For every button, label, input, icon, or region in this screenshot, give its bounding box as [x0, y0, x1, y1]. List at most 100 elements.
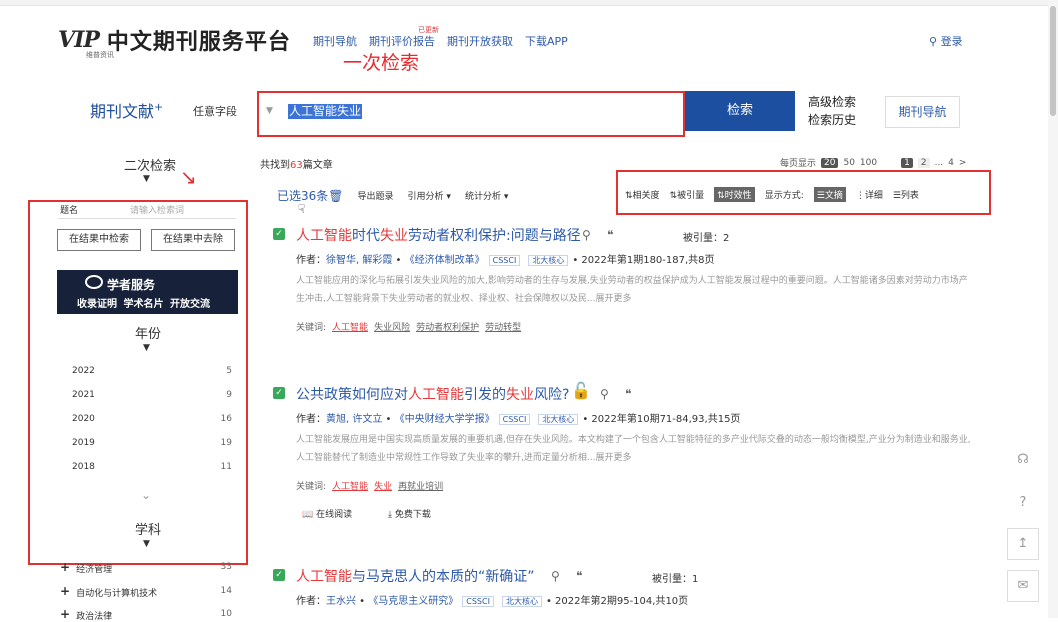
- second-search-title: 二次检索: [124, 159, 177, 174]
- year-item[interactable]: 2021 9: [72, 390, 232, 400]
- plus-icon: +: [60, 607, 71, 621]
- sort-toolbar: ⇅相关度 ⇅被引量 ⇅时效性 显示方式: ☰文摘 ⋮详细 ☰列表: [625, 187, 919, 202]
- feedback-icon[interactable]: ✉: [1007, 570, 1039, 602]
- found-prefix: 共找到: [260, 160, 290, 171]
- quote-icon[interactable]: ❝: [607, 228, 613, 242]
- keyword-link[interactable]: 劳动转型: [485, 323, 521, 333]
- help-icon[interactable]: ?: [1007, 488, 1039, 520]
- tab-plus-icon: +: [154, 100, 164, 114]
- keyword-link[interactable]: 劳动者权利保护: [416, 323, 479, 333]
- free-download-button[interactable]: ⤓ 免费下载: [388, 507, 431, 520]
- top-nav: 期刊导航 期刊评价报告 期刊开放获取 下载APP: [313, 33, 568, 49]
- nav-download-app[interactable]: 下载APP: [525, 33, 568, 49]
- per-page-50[interactable]: 50: [843, 158, 854, 168]
- author-link[interactable]: 黄旭, 许文立: [326, 414, 382, 425]
- keyword-link[interactable]: 人工智能: [332, 482, 368, 492]
- result-title[interactable]: 人工智能与马克思人的本质的“新确证”: [296, 566, 535, 586]
- quote-icon[interactable]: ❝: [625, 387, 631, 401]
- tab-journal-literature[interactable]: 期刊文献+: [90, 98, 163, 122]
- subject-item[interactable]: + 经济管理 33: [60, 561, 232, 575]
- result-abstract: 人工智能发展应用是中国实现高质量发展的重要机遇,但存在失业风险。本文构建了一个包…: [296, 435, 971, 463]
- read-online-button[interactable]: 📖 在线阅读: [302, 507, 352, 520]
- sort-icon: ⇅: [625, 191, 633, 201]
- author-link[interactable]: 王水兴: [326, 596, 356, 607]
- search-input[interactable]: ▼ 人工智能失业: [257, 91, 685, 137]
- detail-icon: ⋮: [855, 191, 865, 201]
- second-search-input[interactable]: 请输入检索词: [130, 203, 184, 216]
- citation-analysis-dropdown[interactable]: 引用分析 ▾: [408, 189, 451, 202]
- user-icon[interactable]: ⚲: [600, 387, 609, 401]
- scrollbar-thumb[interactable]: [1050, 6, 1056, 116]
- keyword-link[interactable]: 失业: [374, 482, 392, 492]
- display-detail[interactable]: ⋮详细: [856, 188, 883, 201]
- journal-link[interactable]: 《中央财经大学学报》: [395, 414, 495, 425]
- tab-label: 期刊文献: [90, 102, 155, 121]
- headset-icon[interactable]: ☊: [1007, 445, 1039, 477]
- journal-link[interactable]: 《马克思主义研究》: [368, 596, 458, 607]
- search-history-link[interactable]: 检索历史: [808, 111, 856, 129]
- site-title: 中文期刊服务平台: [106, 30, 291, 55]
- advanced-links: 高级检索 检索历史: [808, 93, 856, 129]
- year-item[interactable]: 2018 11: [72, 462, 232, 472]
- display-list[interactable]: ☰列表: [893, 188, 919, 201]
- subject-count: 10: [220, 609, 232, 619]
- pku-core-tag: 北大核心: [528, 255, 569, 266]
- nav-journal-nav[interactable]: 期刊导航: [313, 33, 357, 49]
- sort-citations[interactable]: ⇅被引量: [670, 188, 705, 201]
- year-item[interactable]: 2022 5: [72, 366, 232, 376]
- exclude-from-results-button[interactable]: 在结果中去除: [151, 229, 235, 251]
- title-part: 人工智能: [296, 228, 352, 244]
- advanced-search-link[interactable]: 高级检索: [808, 93, 856, 111]
- back-to-top-icon[interactable]: ↥: [1007, 528, 1039, 560]
- user-icon[interactable]: ⚲: [582, 228, 591, 242]
- search-in-results-button[interactable]: 在结果中检索: [57, 229, 141, 251]
- sort-relevance[interactable]: ⇅相关度: [625, 188, 660, 201]
- year-item[interactable]: 2019 19: [72, 438, 232, 448]
- result-title[interactable]: 人工智能时代失业劳动者权利保护:问题与路径: [296, 225, 581, 245]
- user-icon[interactable]: ⚲: [551, 569, 560, 583]
- page-1[interactable]: 1: [901, 157, 913, 168]
- quote-icon[interactable]: ❝: [576, 569, 582, 583]
- site-logo[interactable]: VIP 维普资讯 中文期刊服务平台: [58, 26, 291, 59]
- field-select[interactable]: 任意字段: [193, 103, 237, 119]
- result-checkbox[interactable]: ✓: [273, 569, 285, 581]
- selected-count[interactable]: 已选36条🗑: [277, 187, 344, 204]
- export-records-button[interactable]: 导出题录: [358, 189, 394, 202]
- display-abstract[interactable]: ☰文摘: [813, 187, 846, 202]
- per-page-20[interactable]: 20: [821, 157, 839, 168]
- keywords-label: 关键词:: [296, 323, 327, 333]
- keyword-link[interactable]: 再就业培训: [398, 482, 443, 492]
- pku-core-tag: 北大核心: [538, 414, 579, 425]
- stats-analysis-dropdown[interactable]: 统计分析 ▾: [465, 189, 508, 202]
- page-4[interactable]: 4: [948, 158, 954, 168]
- per-page-100[interactable]: 100: [860, 158, 877, 168]
- nav-open-access[interactable]: 期刊开放获取: [447, 33, 513, 49]
- cssci-tag: CSSCI: [498, 414, 531, 425]
- input-underline: [58, 218, 236, 219]
- scholar-service-banner[interactable]: 学者服务 收录证明 学术名片 开放交流: [57, 270, 238, 314]
- title-part: 公共政策如何应对: [296, 387, 408, 403]
- scrollbar[interactable]: [1048, 0, 1058, 618]
- year-item[interactable]: 2020 16: [72, 414, 232, 424]
- page-2[interactable]: 2: [917, 157, 930, 168]
- result-checkbox[interactable]: ✓: [273, 228, 285, 240]
- annotation-arrow-icon: ↘: [180, 165, 197, 189]
- next-page-button[interactable]: >: [959, 158, 967, 168]
- author-link[interactable]: 徐智华, 解彩霞: [326, 255, 392, 266]
- login-link[interactable]: ⚲ 登录: [929, 33, 963, 49]
- search-query-text[interactable]: 人工智能失业: [288, 104, 363, 119]
- keyword-link[interactable]: 失业风险: [374, 323, 410, 333]
- search-button[interactable]: 检索: [685, 91, 795, 131]
- sort-timeliness[interactable]: ⇅时效性: [714, 187, 755, 202]
- field-dropdown[interactable]: 题名: [60, 203, 78, 216]
- result-title[interactable]: 公共政策如何应对人工智能引发的失业风险?: [296, 384, 569, 404]
- expand-chevron-icon[interactable]: ⌄: [141, 488, 151, 502]
- nav-journal-report[interactable]: 期刊评价报告: [369, 33, 435, 49]
- journal-nav-button[interactable]: 期刊导航: [885, 96, 960, 128]
- year-count: 9: [226, 390, 232, 400]
- result-checkbox[interactable]: ✓: [273, 387, 285, 399]
- journal-link[interactable]: 《经济体制改革》: [405, 255, 485, 266]
- subject-item[interactable]: + 政治法律 10: [60, 607, 232, 622]
- keyword-link[interactable]: 人工智能: [332, 323, 368, 333]
- subject-item[interactable]: + 自动化与计算机技术 14: [60, 585, 232, 599]
